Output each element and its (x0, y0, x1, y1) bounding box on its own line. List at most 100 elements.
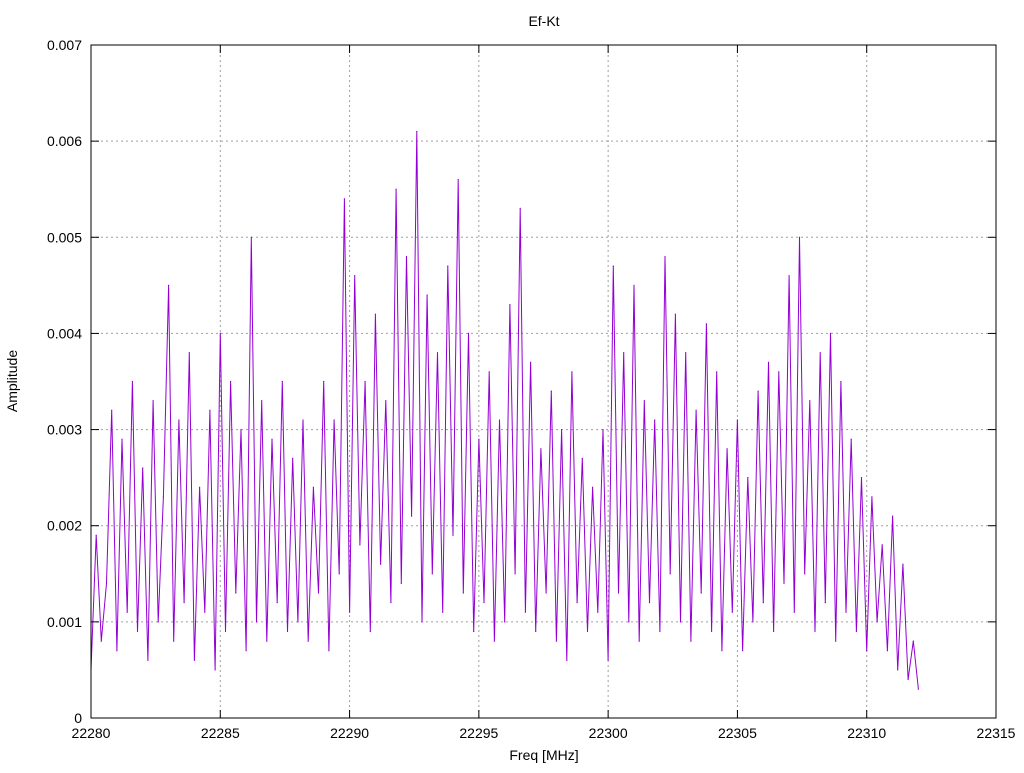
data-point (385, 400, 387, 402)
data-point (840, 380, 842, 383)
data-point (411, 515, 413, 517)
data-point (323, 380, 325, 383)
data-point (586, 630, 589, 633)
data-point (581, 457, 583, 459)
data-point (535, 630, 537, 633)
data-point (757, 390, 759, 392)
data-point (400, 582, 402, 585)
chart-svg: 22280 22285 22290 22295 22300 22305 22310 22315… (0, 0, 1024, 768)
data-point (788, 275, 790, 277)
data-point (452, 534, 454, 536)
data-point (617, 592, 620, 594)
data-point (142, 467, 144, 469)
data-point (147, 659, 149, 661)
data-point (105, 582, 108, 585)
data-point (354, 275, 356, 277)
data-point (752, 621, 754, 623)
data-point (364, 380, 366, 383)
data-point (669, 573, 671, 575)
data-point (390, 602, 392, 604)
data-point (121, 438, 123, 440)
y-tick-label: 0.002 (47, 518, 82, 534)
data-point (628, 621, 630, 623)
data-point (168, 284, 170, 286)
data-point (530, 361, 532, 363)
data-point (747, 477, 749, 479)
data-point (778, 371, 780, 373)
data-point (793, 611, 795, 613)
data-point (467, 332, 470, 334)
data-point (286, 630, 289, 633)
data-point (855, 630, 858, 633)
x-tick-label: 22285 (201, 725, 240, 741)
x-tick-label: 22295 (459, 725, 498, 741)
data-point (292, 457, 294, 459)
data-point (638, 640, 640, 642)
data-point (824, 602, 826, 604)
data-point (173, 640, 175, 642)
y-tick-label: 0.004 (47, 325, 82, 341)
y-tick-label: 0.001 (47, 614, 82, 630)
data-point (442, 611, 444, 613)
data-point (261, 400, 263, 402)
data-point (380, 563, 382, 565)
x-tick-label: 22315 (977, 725, 1016, 741)
y-tick-label: 0 (74, 710, 82, 726)
data-point (343, 198, 345, 200)
chart-background (0, 0, 1024, 768)
y-tick-label: 0.003 (47, 422, 82, 438)
data-point (674, 313, 677, 315)
data-point (359, 544, 361, 546)
data-point (152, 400, 154, 402)
data-point (100, 640, 102, 642)
data-point (126, 611, 128, 613)
data-point (814, 630, 816, 633)
data-point (886, 650, 889, 652)
data-point (230, 380, 232, 383)
data-point (328, 650, 330, 652)
x-tick-label: 22290 (330, 725, 369, 741)
data-point (178, 419, 180, 421)
data-point (643, 400, 645, 402)
y-tick-label: 0.005 (47, 229, 82, 245)
chart-title: Ef-Kt (528, 13, 559, 29)
data-point (721, 650, 723, 652)
data-point (204, 611, 206, 613)
data-point (235, 592, 237, 594)
data-point (726, 448, 728, 450)
data-point (654, 419, 656, 421)
data-point (607, 659, 609, 661)
data-point (592, 486, 594, 488)
data-point (871, 496, 873, 498)
data-point (431, 573, 433, 575)
data-point (561, 429, 563, 431)
y-tick-label: 0.006 (47, 133, 82, 149)
data-point (716, 371, 718, 373)
data-point (276, 602, 278, 604)
data-point (876, 621, 878, 623)
data-point (157, 621, 159, 623)
data-point (281, 380, 283, 383)
data-point (829, 332, 832, 334)
data-point (209, 409, 211, 411)
data-point (866, 650, 868, 652)
data-point (349, 611, 351, 613)
x-tick-label: 22310 (847, 725, 886, 741)
data-point (250, 236, 252, 238)
data-point (426, 294, 428, 296)
data-point (623, 352, 625, 354)
data-point (835, 640, 837, 642)
data-point (845, 611, 847, 613)
data-point (524, 611, 527, 613)
data-point (545, 592, 547, 594)
data-point (690, 640, 692, 642)
data-point (255, 621, 258, 623)
data-point (550, 390, 552, 392)
data-point (602, 429, 604, 431)
data-point (783, 582, 785, 585)
data-point (566, 659, 568, 661)
data-point (224, 630, 227, 633)
data-point (416, 130, 418, 133)
data-point (162, 496, 164, 498)
data-point (405, 255, 408, 258)
